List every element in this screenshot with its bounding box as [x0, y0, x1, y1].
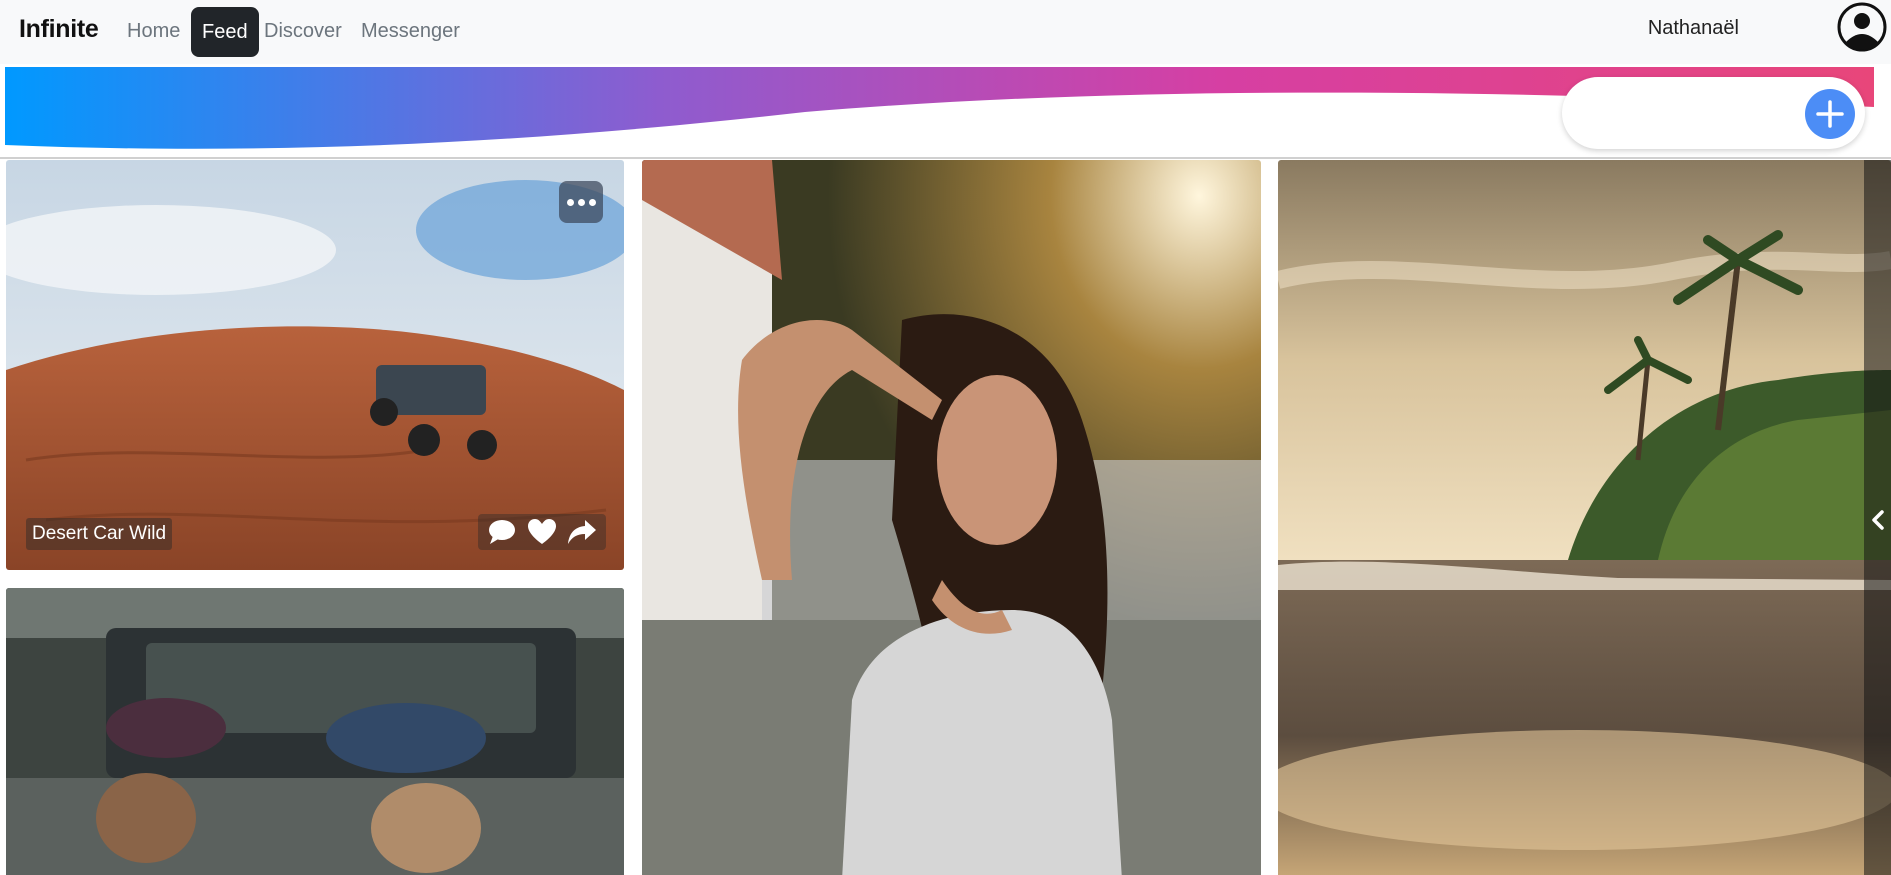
top-navbar: Infinite Home Feed Discover Messenger Na…: [0, 0, 1891, 64]
nav-discover[interactable]: Discover: [264, 20, 342, 43]
chevron-left-icon: [1871, 510, 1884, 530]
nav-feed[interactable]: Feed: [191, 7, 259, 57]
user-circle-icon[interactable]: [1837, 2, 1887, 52]
plus-icon: [1816, 100, 1844, 128]
ellipsis-icon: [565, 198, 598, 206]
post-image[interactable]: [1278, 160, 1891, 875]
brand-logo[interactable]: Infinite: [19, 15, 99, 44]
share-icon: [568, 520, 596, 544]
comment-icon: [489, 520, 515, 544]
post-image[interactable]: [6, 160, 624, 570]
post-caption: Desert Car Wild: [26, 518, 173, 550]
comment-button[interactable]: [482, 514, 522, 550]
post-card[interactable]: Desert Car Wild: [6, 160, 624, 570]
share-button[interactable]: [562, 514, 602, 550]
add-post-button[interactable]: [1805, 89, 1855, 139]
post-card[interactable]: [642, 160, 1261, 875]
post-image[interactable]: [6, 588, 624, 875]
banner-divider: [0, 157, 1891, 159]
post-actions: [478, 514, 606, 550]
like-button[interactable]: [522, 514, 562, 550]
heart-icon: [528, 519, 556, 544]
post-card[interactable]: [1278, 160, 1891, 875]
nav-messenger[interactable]: Messenger: [361, 20, 460, 43]
user-name[interactable]: Nathanaël: [1648, 17, 1739, 40]
post-card[interactable]: [6, 588, 624, 875]
side-panel-toggle[interactable]: [1864, 160, 1891, 875]
post-options-button[interactable]: [559, 181, 603, 223]
nav-home[interactable]: Home: [127, 20, 180, 43]
search-bar: [1562, 77, 1865, 149]
search-input[interactable]: [1584, 95, 1784, 131]
post-image[interactable]: [642, 160, 1261, 875]
